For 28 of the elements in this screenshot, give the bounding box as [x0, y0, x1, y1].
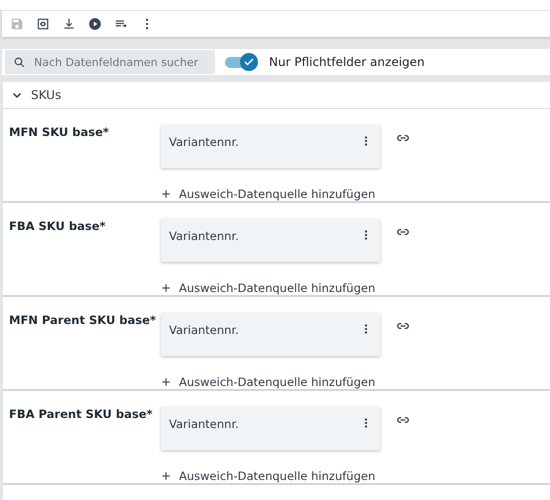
plus-icon — [161, 471, 171, 481]
eye-icon — [36, 17, 50, 31]
preview-button[interactable] — [36, 17, 50, 31]
field-label: MFN Parent SKU base* — [8, 312, 157, 329]
source-name: Variantennr. — [169, 417, 239, 431]
field-label: MFN SKU base* — [8, 124, 110, 141]
search-field[interactable]: Nach Datenfeldnamen sucher — [34, 56, 206, 68]
plus-icon — [161, 189, 171, 199]
plus-icon — [161, 283, 171, 293]
download-icon — [62, 17, 76, 31]
search-field[interactable]: Nach Datenfeldnamen sucher — [5, 50, 215, 74]
play-icon — [88, 17, 102, 31]
check-icon — [243, 56, 255, 68]
add-fallback-button[interactable]: Ausweich-Datenquelle hinzufügen — [161, 375, 380, 389]
source-name: Variantennr. — [169, 323, 239, 337]
source-name: Variantennr. — [169, 135, 239, 149]
field-label: FBA Parent SKU base* — [8, 406, 154, 423]
play-button[interactable] — [88, 17, 102, 31]
add-fallback-button[interactable]: Ausweich-Datenquelle hinzufügen — [161, 281, 380, 295]
add-fallback-button[interactable]: Ausweich-Datenquelle hinzufügen — [161, 187, 380, 201]
toggle-switch[interactable] — [225, 53, 259, 71]
search-icon — [13, 56, 26, 68]
toggle-label: Nur Pflichtfelder anzeigen — [269, 55, 425, 69]
download-button[interactable] — [62, 17, 76, 31]
source-name: Variantennr. — [169, 229, 239, 243]
add-fallback-button[interactable]: Ausweich-Datenquelle hinzufügen — [161, 469, 380, 483]
plus-icon — [161, 377, 171, 387]
field-label: FBA SKU base* — [8, 218, 107, 235]
